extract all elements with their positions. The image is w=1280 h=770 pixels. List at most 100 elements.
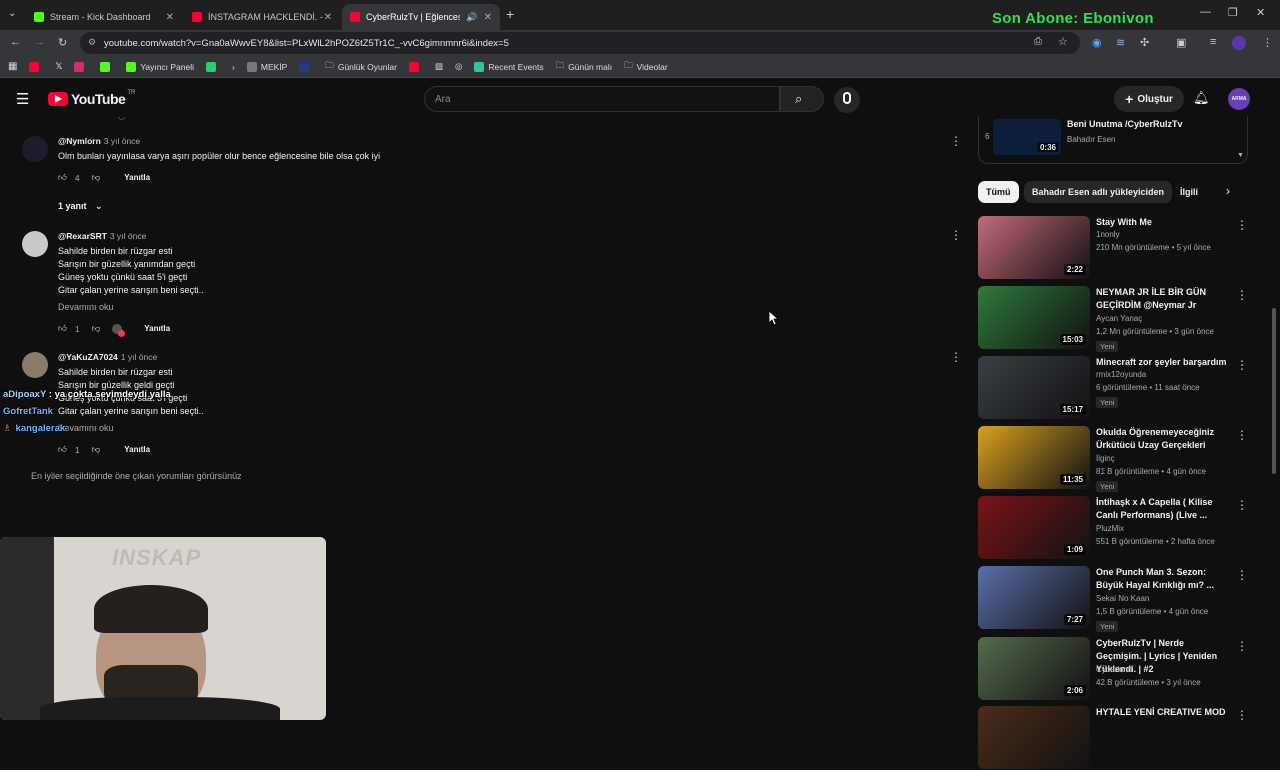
youtube-logo[interactable]: YouTube TR	[48, 90, 135, 107]
video-more-icon[interactable]: ⋮	[1236, 358, 1248, 372]
recommended-video[interactable]: 2:22 Stay With Me 1nonly 210 Mn görüntüleme…	[978, 216, 1248, 280]
recommended-video[interactable]: 11:35 Okulda Öğrenemeyeceğiniz Ürkütücü U…	[978, 426, 1248, 492]
comment-handle[interactable]: @YaKuZA7024	[58, 352, 118, 362]
bookmark-gunun-mali[interactable]: 🗀 Günün malı	[556, 60, 612, 74]
create-button[interactable]: + Oluştur	[1114, 86, 1184, 112]
video-thumbnail[interactable]: 2:06	[978, 637, 1090, 700]
chip-related[interactable]: İlgili	[1172, 181, 1206, 203]
video-channel[interactable]: Sekai No Kaan	[1096, 594, 1149, 603]
extension-shield-icon[interactable]: ◉	[1092, 36, 1102, 49]
install-app-icon[interactable]: ⎙	[1034, 36, 1042, 47]
video-thumbnail[interactable]: 15:17	[978, 356, 1090, 419]
account-avatar[interactable]: ARMA	[1228, 88, 1250, 110]
read-more-link[interactable]: Devamını oku	[58, 302, 114, 312]
dislike-button[interactable]: 👎︎	[92, 172, 101, 183]
video-more-icon[interactable]: ⋮	[1236, 218, 1248, 232]
extensions-puzzle-icon[interactable]: ✣	[1140, 36, 1149, 49]
video-channel[interactable]: İlginç	[1096, 454, 1115, 463]
like-button[interactable]: 👍︎	[58, 323, 67, 334]
video-thumbnail[interactable]: 2:22	[978, 216, 1090, 279]
comment-age[interactable]: 3 yıl önce	[110, 231, 146, 241]
new-tab-button[interactable]: +	[506, 6, 514, 22]
reload-icon[interactable]: ↻	[58, 36, 67, 49]
bookmark-image-icon[interactable]: ▨	[435, 61, 443, 72]
video-channel[interactable]: PluzMix	[1096, 524, 1124, 533]
extension-wave-icon[interactable]: ≋	[1116, 36, 1125, 49]
chip-uploader[interactable]: Bahadır Esen adlı yükleyiciden	[1024, 181, 1173, 203]
replies-toggle[interactable]: 1 yanıt ⌄	[58, 201, 103, 212]
bookmark-mekip[interactable]: MEKİP	[246, 61, 287, 72]
bookmark-star-icon[interactable]: ☆	[1058, 35, 1068, 48]
maximize-button[interactable]: ❐	[1228, 6, 1238, 19]
bookmark-kick-icon[interactable]	[100, 61, 114, 72]
video-more-icon[interactable]: ⋮	[1236, 568, 1248, 582]
playlist-item-title[interactable]: Beni Unutma /CyberRulzTv	[1067, 119, 1183, 129]
reply-button[interactable]: Yanıtla	[124, 173, 150, 182]
close-icon[interactable]: ✕	[484, 12, 492, 23]
bookmark-youtube-icon[interactable]	[408, 61, 423, 72]
search-input[interactable]: Ara	[424, 86, 780, 112]
comment-age[interactable]: 1 yıl önce	[121, 352, 157, 362]
side-panel-icon[interactable]: ▣	[1176, 36, 1186, 49]
window-close-button[interactable]: ✕	[1256, 6, 1265, 19]
close-icon[interactable]: ✕	[324, 12, 332, 23]
chips-next-chevron-icon[interactable]: ›	[1226, 184, 1230, 198]
video-thumbnail[interactable]: 15:03	[978, 286, 1090, 349]
bookmark-gunluk-oyunlar[interactable]: 🗀 Günlük Oyunlar	[325, 60, 397, 74]
tab-instagram-video[interactable]: İNSTAGRAM HACKLENDİ. - You ✕	[184, 4, 340, 30]
tab-search-icon[interactable]: ⌄	[8, 8, 16, 19]
video-channel[interactable]: rmix12oyunda	[1096, 370, 1146, 379]
commenter-avatar[interactable]	[22, 231, 48, 257]
reading-list-icon[interactable]: ≡	[1210, 36, 1216, 48]
comment-more-icon[interactable]: ⋮	[950, 228, 962, 242]
video-thumbnail[interactable]: 1:09	[978, 496, 1090, 559]
browser-menu-icon[interactable]: ⋮	[1262, 36, 1273, 49]
video-title[interactable]: Okulda Öğrenemeyeceğiniz Ürkütücü Uzay G…	[1096, 426, 1232, 452]
video-more-icon[interactable]: ⋮	[1236, 639, 1248, 653]
video-thumbnail[interactable]: 11:35	[978, 426, 1090, 489]
video-thumbnail[interactable]: 7:27	[978, 566, 1090, 629]
video-channel[interactable]: Cyberland	[1096, 665, 1132, 674]
video-more-icon[interactable]: ⋮	[1236, 428, 1248, 442]
commenter-avatar[interactable]	[22, 136, 48, 162]
video-channel[interactable]: 1nonly	[1096, 230, 1120, 239]
comment-handle[interactable]: @RexarSRT	[58, 231, 107, 241]
video-title[interactable]: Stay With Me	[1096, 216, 1232, 229]
video-thumbnail[interactable]	[978, 706, 1090, 769]
search-button[interactable]: ⌕	[780, 86, 824, 112]
bookmark-chat-icon[interactable]	[206, 61, 220, 72]
comment-more-icon[interactable]: ⋮	[950, 350, 962, 364]
bookmark-globe-icon[interactable]: ◎	[455, 61, 462, 72]
back-arrow-icon[interactable]: ←	[10, 36, 21, 48]
address-bar[interactable]: ⚙ youtube.com/watch?v=Gna0aWwvEY8&list=P…	[80, 32, 1080, 54]
video-title[interactable]: İntihaşk x A Capella ( Kilise Canlı Perf…	[1096, 496, 1232, 522]
reply-button[interactable]: Yanıtla	[124, 445, 150, 454]
commenter-avatar[interactable]	[22, 352, 48, 378]
playlist-scroll-down-icon[interactable]: ▼	[1237, 152, 1244, 159]
bookmark-recent-events[interactable]: Recent Events	[474, 61, 544, 72]
chip-all[interactable]: Tümü	[978, 181, 1019, 203]
recommended-video[interactable]: 7:27 One Punch Man 3. Sezon: Büyük Hayal …	[978, 566, 1248, 632]
speaker-icon[interactable]: 🔊	[466, 12, 477, 23]
reply-button[interactable]: Yanıtla	[144, 324, 170, 333]
bookmark-youtube-icon[interactable]	[29, 61, 43, 72]
read-more-link[interactable]: Devamını oku	[58, 423, 114, 433]
notifications-bell-icon[interactable]: 🔔︎	[1193, 90, 1210, 106]
profile-avatar-icon[interactable]	[1232, 36, 1246, 50]
comment-handle[interactable]: @Nymlorn	[58, 136, 101, 146]
recommended-video[interactable]: 1:09 İntihaşk x A Capella ( Kilise Canlı …	[978, 496, 1248, 560]
hamburger-menu-icon[interactable]: ☰	[16, 90, 29, 108]
close-icon[interactable]: ✕	[166, 12, 174, 23]
bookmark-x-icon[interactable]: 𝕏	[55, 61, 62, 72]
forward-arrow-icon[interactable]: →	[34, 36, 45, 48]
apps-grid-icon[interactable]: ▦	[8, 61, 17, 72]
minimize-button[interactable]: —	[1200, 6, 1211, 18]
playlist-thumbnail[interactable]: 0:36	[993, 119, 1061, 155]
video-more-icon[interactable]: ⋮	[1236, 288, 1248, 302]
like-button[interactable]: 👍︎	[58, 444, 67, 455]
video-channel[interactable]: Aycan Yanaç	[1096, 314, 1142, 323]
recommended-video[interactable]: 15:17 Minecraft zor şeyler barşardım rmix1…	[978, 356, 1248, 420]
like-button[interactable]: 👍︎	[58, 172, 67, 183]
comment-more-icon[interactable]: ⋮	[950, 134, 962, 148]
video-title[interactable]: HYTALE YENİ CREATIVE MOD	[1096, 706, 1232, 719]
